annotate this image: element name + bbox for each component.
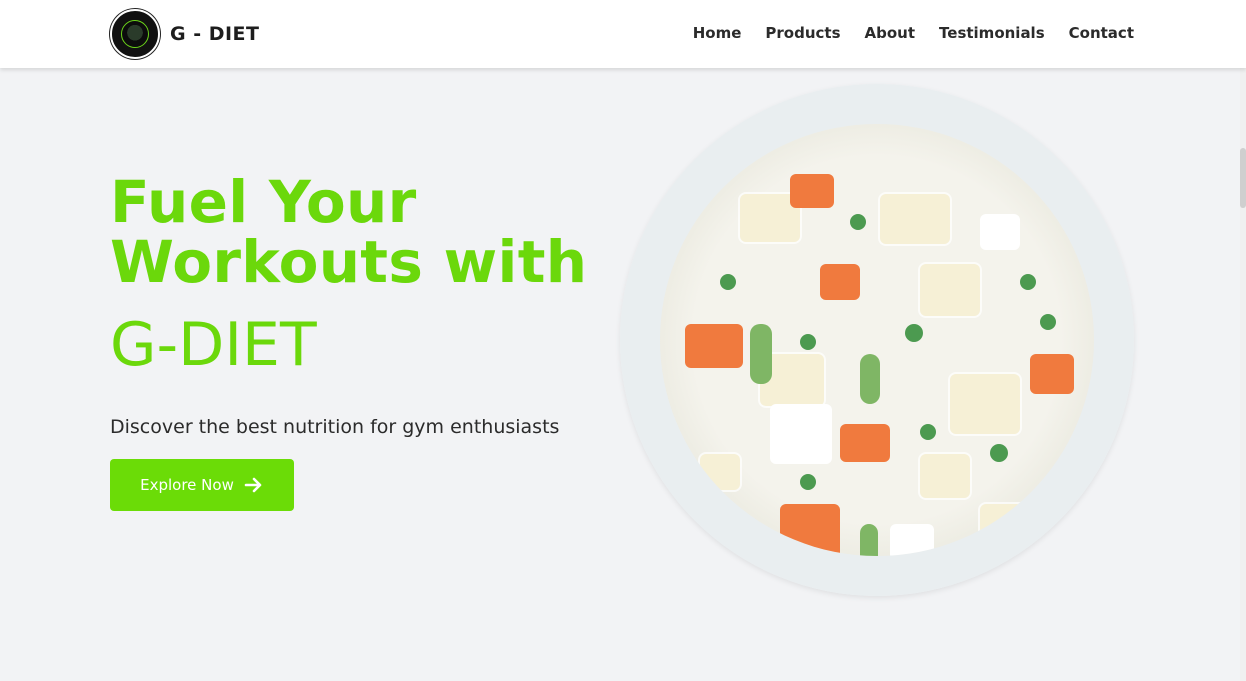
brand-name: G - DIET: [170, 23, 260, 45]
g-diet-logo-icon: [110, 9, 160, 59]
brand[interactable]: G - DIET: [110, 9, 260, 59]
salad-image: [660, 124, 1094, 556]
main-nav: Home Products About Testimonials Contact: [693, 24, 1134, 42]
salad-bowl-image: [620, 84, 1134, 596]
page-scrollbar[interactable]: [1240, 68, 1246, 681]
hero-heading: Fuel Your Workouts with: [110, 172, 590, 292]
hero-heading-line1: Fuel Your: [110, 168, 417, 236]
navbar: G - DIET Home Products About Testimonial…: [0, 0, 1246, 68]
hero-subtitle: Discover the best nutrition for gym enth…: [110, 416, 560, 438]
arrow-right-icon: [244, 477, 262, 493]
nav-testimonials[interactable]: Testimonials: [939, 24, 1045, 42]
explore-now-label: Explore Now: [140, 476, 234, 494]
nav-home[interactable]: Home: [693, 24, 742, 42]
nav-contact[interactable]: Contact: [1069, 24, 1134, 42]
nav-products[interactable]: Products: [765, 24, 840, 42]
hero-brand-heading: G-DIET: [110, 310, 317, 380]
hero-text: Fuel Your Workouts with G-DIET Discover …: [110, 172, 590, 438]
nav-about[interactable]: About: [865, 24, 916, 42]
scrollbar-thumb[interactable]: [1240, 148, 1246, 208]
hero-heading-line2: Workouts with: [110, 228, 588, 296]
explore-now-button[interactable]: Explore Now: [110, 459, 294, 511]
